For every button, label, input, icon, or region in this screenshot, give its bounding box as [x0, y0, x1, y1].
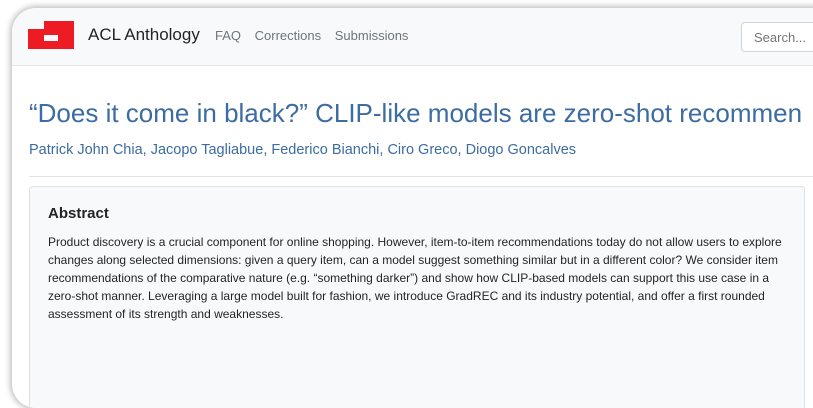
navbar: ACL Anthology FAQ Corrections Submission…: [12, 8, 813, 66]
nav-link-faq[interactable]: FAQ: [215, 28, 241, 43]
abstract-heading: Abstract: [48, 205, 109, 222]
acl-logo-icon[interactable]: [28, 21, 74, 49]
nav-links: FAQ Corrections Submissions: [215, 28, 418, 43]
browser-frame: ACL Anthology FAQ Corrections Submission…: [12, 8, 813, 408]
author-link[interactable]: Jacopo Tagliabue: [151, 142, 264, 158]
author-link[interactable]: Diogo Goncalves: [466, 142, 576, 158]
nav-link-corrections[interactable]: Corrections: [255, 28, 321, 43]
author-link[interactable]: Patrick John Chia: [29, 142, 143, 158]
author-link[interactable]: Ciro Greco: [387, 142, 457, 158]
page-title: “Does it come in black?” CLIP-like model…: [29, 98, 803, 128]
author-list: Patrick John Chia, Jacopo Tagliabue, Fed…: [29, 142, 577, 158]
search-input[interactable]: [741, 22, 813, 52]
brand-link[interactable]: ACL Anthology: [88, 25, 200, 45]
abstract-text: Product discovery is a crucial component…: [48, 235, 782, 321]
abstract-card: Abstract Product discovery is a crucial …: [29, 186, 805, 408]
divider: [29, 176, 813, 177]
author-link[interactable]: Federico Bianchi: [271, 142, 379, 158]
nav-link-submissions[interactable]: Submissions: [335, 28, 409, 43]
